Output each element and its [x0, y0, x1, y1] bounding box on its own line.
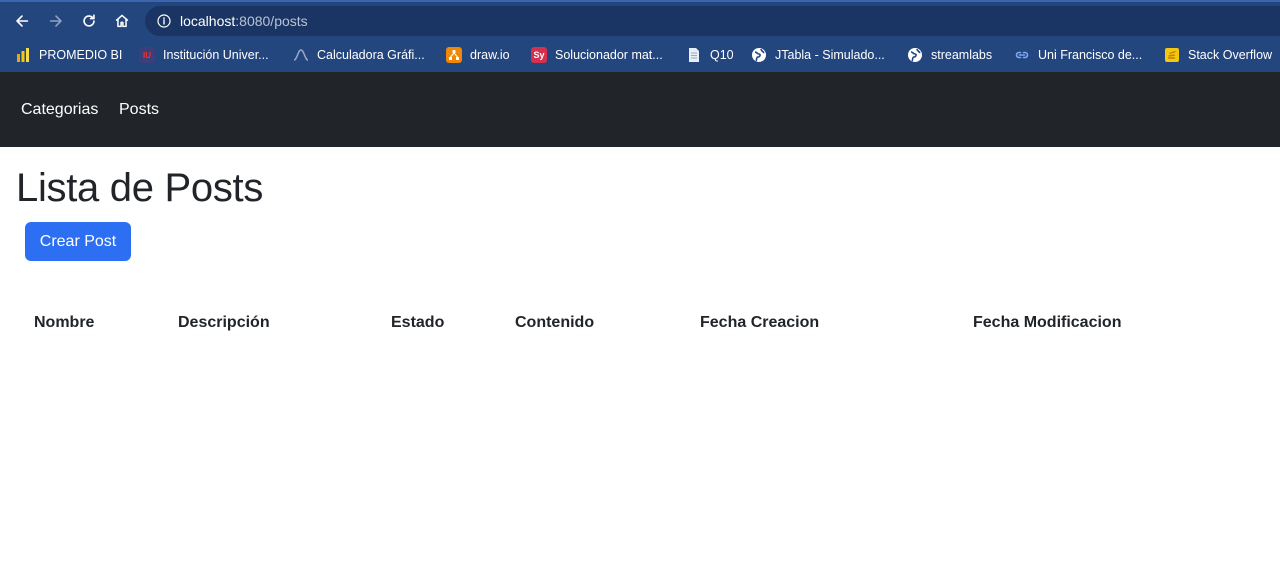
drawio-icon: [446, 47, 462, 63]
posts-table-header: Nombre Descripción Estado Contenido Fech…: [0, 314, 1280, 336]
bookmark-label: Uni Francisco de...: [1038, 48, 1143, 62]
bookmark-streamlabs[interactable]: streamlabs: [907, 46, 992, 64]
bookmark-label: Q10: [710, 48, 734, 62]
column-header-estado: Estado: [391, 314, 445, 331]
bookmark-drawio[interactable]: draw.io: [446, 46, 510, 64]
bookmark-label: draw.io: [470, 48, 510, 62]
globe-icon: [907, 47, 923, 63]
bookmark-stack-overflow[interactable]: Stack Overflow: [1164, 46, 1272, 64]
university-icon: IU: [139, 47, 155, 63]
reload-icon[interactable]: [78, 10, 100, 32]
bookmark-label: JTabla - Simulado...: [775, 48, 885, 62]
bookmark-institucion[interactable]: IU Institución Univer...: [139, 46, 269, 64]
bookmark-q10[interactable]: Q10: [686, 46, 734, 64]
browser-toolbar: localhost:8080/posts: [0, 2, 1280, 40]
column-header-fecha-modificacion: Fecha Modificacion: [973, 314, 1122, 331]
url-text[interactable]: localhost:8080/posts: [180, 13, 308, 29]
create-post-button[interactable]: Crear Post: [25, 222, 131, 261]
url-path: :8080/posts: [235, 13, 308, 29]
url-host: localhost: [180, 13, 236, 29]
column-header-descripcion: Descripción: [178, 314, 270, 331]
bookmark-label: Institución Univer...: [163, 48, 269, 62]
desmos-icon: [293, 47, 309, 63]
back-icon[interactable]: [11, 10, 33, 32]
document-icon: [686, 47, 702, 63]
bookmark-calculadora[interactable]: Calculadora Gráfi...: [293, 46, 425, 64]
home-icon[interactable]: [111, 10, 133, 32]
bookmark-label: Stack Overflow: [1188, 48, 1273, 62]
link-icon: [1014, 47, 1030, 63]
forward-icon[interactable]: [45, 10, 67, 32]
bookmark-jtabla[interactable]: JTabla - Simulado...: [751, 46, 885, 64]
bookmark-label: Calculadora Gráfi...: [317, 48, 425, 62]
stackoverflow-icon: [1164, 47, 1180, 63]
globe-icon: [751, 47, 767, 63]
bookmark-label: PROMEDIO BI: [39, 48, 123, 62]
nav-link-posts[interactable]: Posts: [119, 101, 159, 119]
page-title: Lista de Posts: [16, 166, 264, 210]
symbolab-icon: Sy: [531, 47, 547, 63]
bookmarks-bar: PROMEDIO BI IU Institución Univer... Cal…: [0, 40, 1280, 74]
column-header-nombre: Nombre: [34, 314, 95, 331]
bookmark-label: Solucionador mat...: [555, 48, 663, 62]
app-navbar: Categorias Posts: [0, 72, 1280, 147]
column-header-fecha-creacion: Fecha Creacion: [700, 314, 820, 331]
powerbi-icon: [15, 47, 31, 63]
bookmark-uni-francisco[interactable]: Uni Francisco de...: [1014, 46, 1142, 64]
bookmark-solucionador[interactable]: Sy Solucionador mat...: [531, 46, 663, 64]
bookmark-label: streamlabs: [931, 48, 993, 62]
bookmark-promedio-bi[interactable]: PROMEDIO BI: [15, 46, 122, 64]
nav-link-categorias[interactable]: Categorias: [21, 101, 98, 119]
column-header-contenido: Contenido: [515, 314, 595, 331]
info-icon[interactable]: [157, 14, 171, 28]
browser-chrome: localhost:8080/posts PROMEDIO BI IU Inst…: [0, 0, 1280, 72]
address-bar[interactable]: localhost:8080/posts: [145, 6, 1280, 36]
